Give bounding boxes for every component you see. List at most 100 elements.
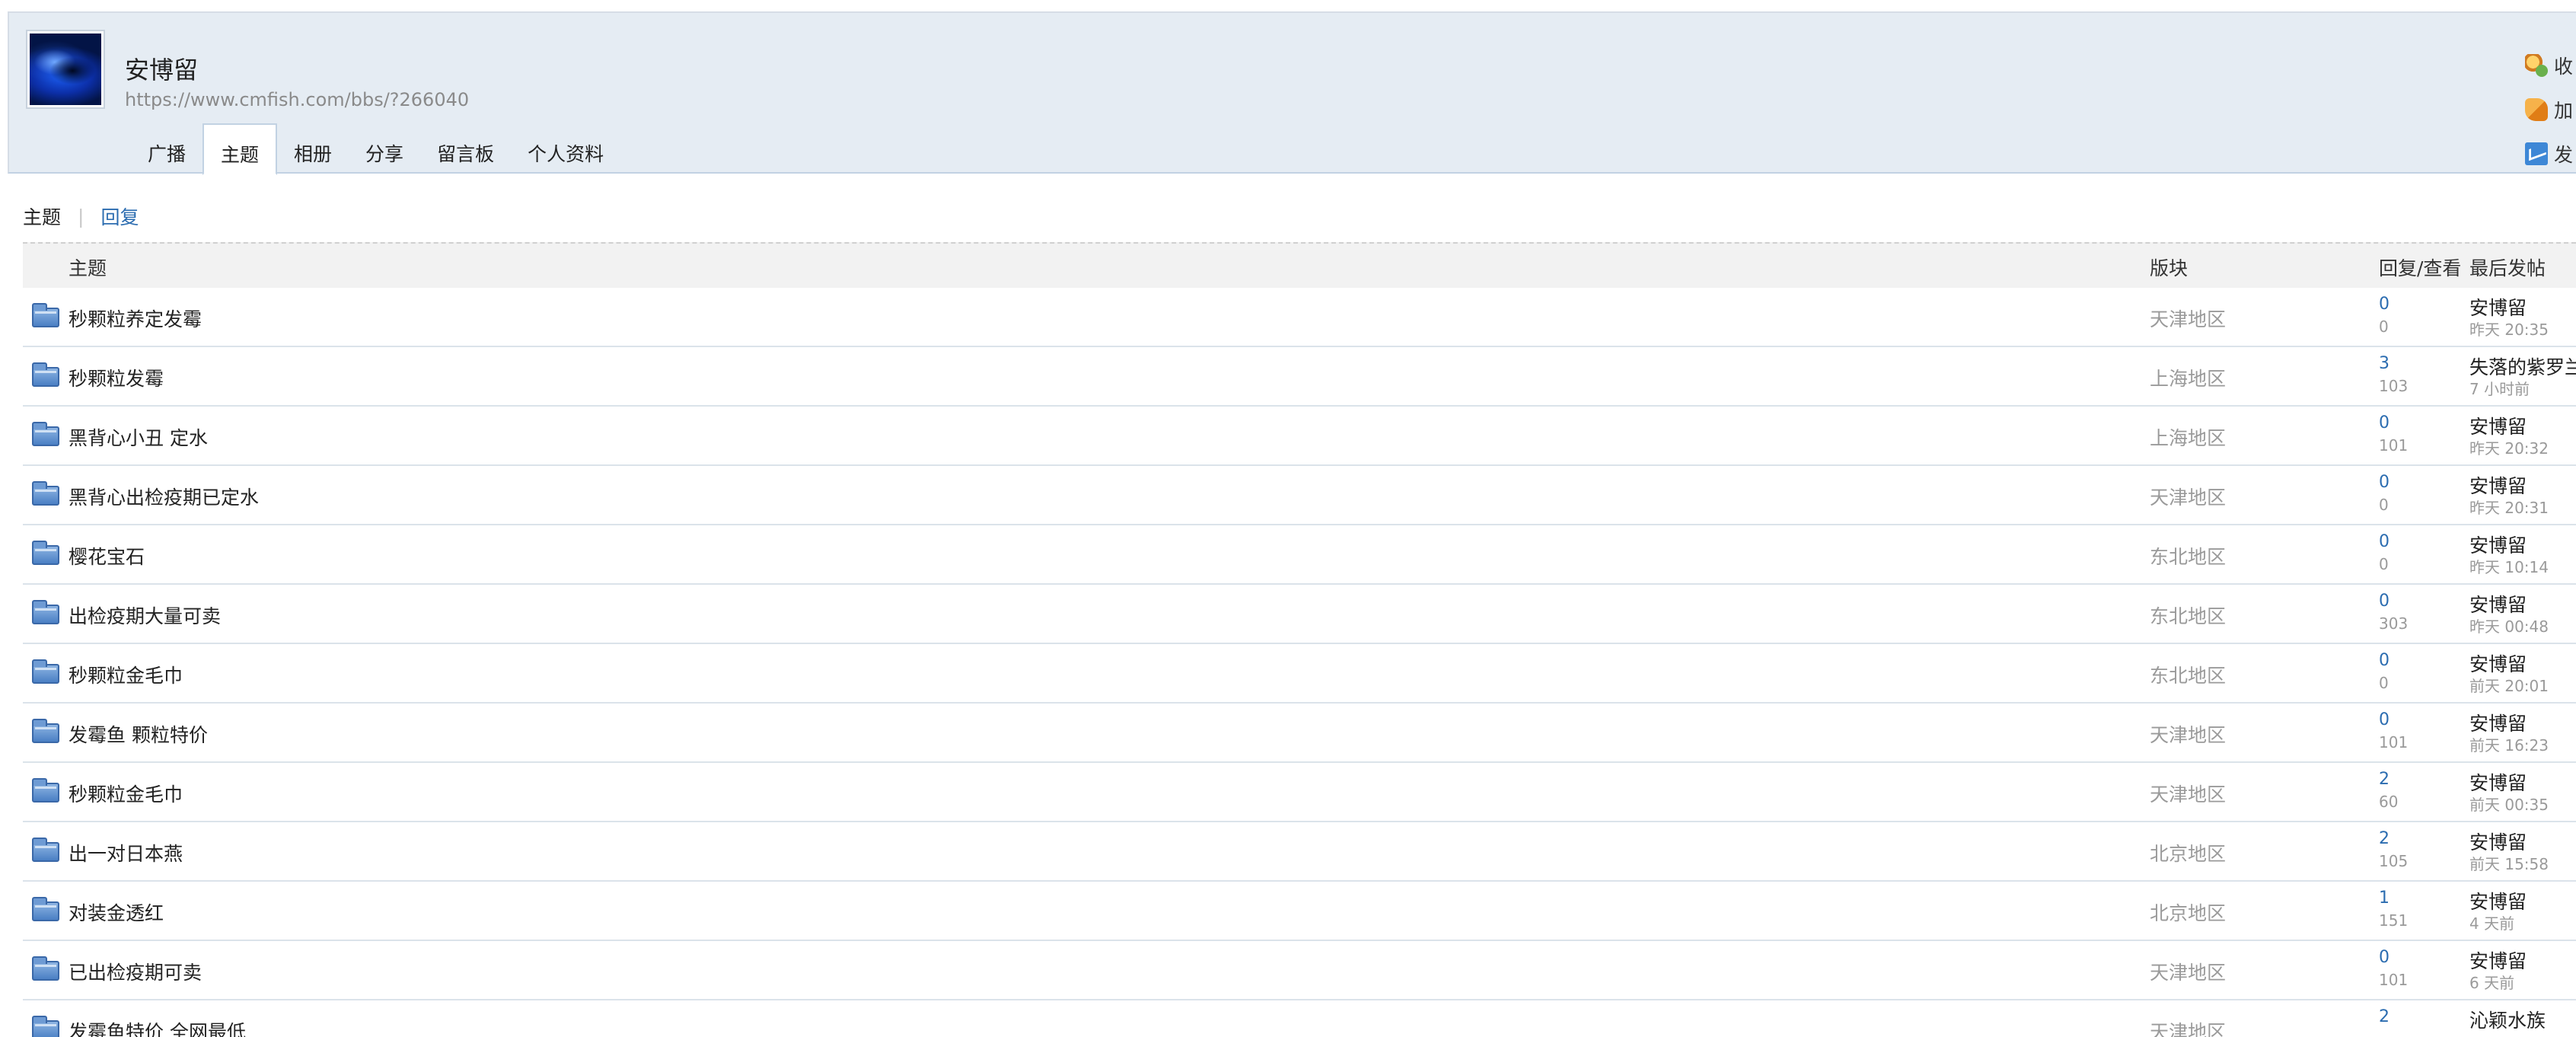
reply-count[interactable]: 0 — [2379, 592, 2389, 611]
last-post-time[interactable]: 前天 20:01 — [2469, 674, 2549, 696]
last-post-time[interactable]: 6 天前 — [2469, 971, 2514, 993]
tab-profile-info[interactable]: 个人资料 — [511, 123, 620, 174]
reply-count[interactable]: 0 — [2379, 651, 2389, 670]
tab-broadcast[interactable]: 广播 — [131, 123, 202, 174]
add-friend-icon — [2525, 98, 2548, 121]
forum-link[interactable]: 北京地区 — [2150, 839, 2226, 866]
profile-page: 安博留 https://www.cmfish.com/bbs/?266040 广… — [0, 0, 2576, 1037]
topic-title-link[interactable]: 发霉鱼特价 全网最低 — [69, 1017, 246, 1037]
send-message-label: 发 — [2554, 144, 2574, 166]
add-friend-button[interactable]: 加 — [2525, 88, 2573, 132]
last-post-time[interactable]: 昨天 00:48 — [2469, 614, 2549, 637]
forum-link[interactable]: 上海地区 — [2150, 364, 2226, 391]
forum-link[interactable]: 天津地区 — [2150, 305, 2226, 332]
forum-link[interactable]: 天津地区 — [2150, 958, 2226, 985]
forum-link[interactable]: 东北地区 — [2150, 601, 2226, 629]
last-post-time[interactable]: 7 小时前 — [2469, 377, 2530, 399]
last-poster-link[interactable]: 失落的紫罗兰 — [2469, 353, 2576, 380]
last-poster-link[interactable]: 安博留 — [2469, 768, 2527, 796]
forum-link[interactable]: 上海地区 — [2150, 423, 2226, 451]
last-poster-link[interactable]: 安博留 — [2469, 887, 2527, 914]
table-row: 出检疫期大量可卖 东北地区 0 303 安博留 昨天 00:48 — [23, 585, 2576, 644]
table-row: 秒颗粒发霉 上海地区 3 103 失落的紫罗兰 7 小时前 — [23, 347, 2576, 407]
forum-link[interactable]: 天津地区 — [2150, 483, 2226, 510]
message-icon — [2525, 142, 2548, 165]
reply-count[interactable]: 0 — [2379, 948, 2389, 967]
table-row: 黑背心小丑 定水 上海地区 0 101 安博留 昨天 20:32 — [23, 407, 2576, 466]
folder-icon — [32, 778, 59, 802]
last-poster-link[interactable]: 安博留 — [2469, 649, 2527, 677]
topic-title-link[interactable]: 秒颗粒金毛巾 — [69, 661, 183, 688]
last-poster-link[interactable]: 安博留 — [2469, 471, 2527, 499]
favorite-button[interactable]: 收 — [2525, 43, 2573, 88]
topic-title-link[interactable]: 秒颗粒养定发霉 — [69, 305, 202, 332]
reply-count[interactable]: 0 — [2379, 413, 2389, 432]
reply-count[interactable]: 3 — [2379, 354, 2389, 373]
topic-title-link[interactable]: 黑背心小丑 定水 — [69, 423, 208, 451]
folder-icon — [32, 422, 59, 446]
forum-link[interactable]: 天津地区 — [2150, 720, 2226, 748]
folder-icon — [32, 897, 59, 921]
view-count: 151 — [2379, 911, 2409, 930]
folder-icon — [32, 659, 59, 684]
last-poster-link[interactable]: 安博留 — [2469, 412, 2527, 439]
reply-count[interactable]: 0 — [2379, 295, 2389, 314]
topic-title-link[interactable]: 秒颗粒金毛巾 — [69, 780, 183, 807]
profile-username[interactable]: 安博留 — [125, 51, 198, 86]
view-count: 103 — [2379, 377, 2409, 395]
tab-album[interactable]: 相册 — [277, 123, 349, 174]
forum-link[interactable]: 天津地区 — [2150, 1017, 2226, 1037]
avatar[interactable] — [27, 31, 104, 107]
send-message-button[interactable]: 发 — [2525, 132, 2573, 176]
last-poster-link[interactable]: 安博留 — [2469, 590, 2527, 617]
folder-icon — [32, 719, 59, 743]
last-post-time[interactable]: 昨天 20:35 — [2469, 317, 2549, 340]
last-post-time[interactable]: 4 天前 — [2469, 911, 2514, 933]
last-poster-link[interactable]: 安博留 — [2469, 293, 2527, 321]
last-poster-link[interactable]: 安博留 — [2469, 946, 2527, 974]
last-post-time[interactable]: 前天 16:23 — [2469, 733, 2549, 755]
last-poster-link[interactable]: 安博留 — [2469, 709, 2527, 736]
table-row: 樱花宝石 东北地区 0 0 安博留 昨天 10:14 — [23, 525, 2576, 585]
topic-title-link[interactable]: 出一对日本燕 — [69, 839, 183, 866]
reply-count[interactable]: 0 — [2379, 532, 2389, 551]
header-forum: 版块 — [2150, 257, 2189, 279]
folder-icon — [32, 600, 59, 624]
last-post-time[interactable]: 前天 00:35 — [2469, 793, 2549, 815]
last-post-time[interactable]: 前天 15:58 — [2469, 852, 2549, 874]
tab-share[interactable]: 分享 — [349, 123, 420, 174]
profile-url[interactable]: https://www.cmfish.com/bbs/?266040 — [125, 89, 469, 110]
view-count: 303 — [2379, 614, 2409, 633]
filter-topics[interactable]: 主题 — [23, 203, 61, 230]
last-post-time[interactable]: 昨天 20:31 — [2469, 496, 2549, 518]
forum-link[interactable]: 北京地区 — [2150, 898, 2226, 926]
reply-count[interactable]: 1 — [2379, 889, 2389, 908]
last-poster-link[interactable]: 安博留 — [2469, 828, 2527, 855]
tab-guestbook[interactable]: 留言板 — [420, 123, 511, 174]
reply-count[interactable]: 2 — [2379, 1007, 2389, 1026]
filter-replies-link[interactable]: 回复 — [100, 203, 139, 230]
topic-title-link[interactable]: 对装金透红 — [69, 898, 164, 926]
forum-link[interactable]: 天津地区 — [2150, 780, 2226, 807]
topic-title-link[interactable]: 出检疫期大量可卖 — [69, 601, 221, 629]
view-count: 0 — [2379, 496, 2389, 514]
forum-link[interactable]: 东北地区 — [2150, 542, 2226, 570]
add-friend-label: 加 — [2554, 100, 2574, 122]
last-poster-link[interactable]: 安博留 — [2469, 531, 2527, 558]
topic-title-link[interactable]: 发霉鱼 颗粒特价 — [69, 720, 208, 748]
tab-topics[interactable]: 主题 — [202, 123, 278, 175]
table-header: 主题 版块 回复/查看 最后发帖 — [23, 242, 2576, 288]
reply-count[interactable]: 2 — [2379, 829, 2389, 848]
topic-title-link[interactable]: 樱花宝石 — [69, 542, 145, 570]
topic-title-link[interactable]: 秒颗粒发霉 — [69, 364, 164, 391]
reply-count[interactable]: 0 — [2379, 473, 2389, 492]
last-post-time[interactable]: 昨天 20:32 — [2469, 436, 2549, 458]
reply-count[interactable]: 2 — [2379, 770, 2389, 789]
last-post-time[interactable]: 昨天 10:14 — [2469, 555, 2549, 577]
topic-title-link[interactable]: 黑背心出检疫期已定水 — [69, 483, 259, 510]
reply-count[interactable]: 0 — [2379, 710, 2389, 729]
forum-link[interactable]: 东北地区 — [2150, 661, 2226, 688]
topic-title-link[interactable]: 已出检疫期可卖 — [69, 958, 202, 985]
topic-filter: 主题 | 回复 — [23, 203, 139, 230]
last-poster-link[interactable]: 沁颖水族 — [2469, 1006, 2546, 1033]
